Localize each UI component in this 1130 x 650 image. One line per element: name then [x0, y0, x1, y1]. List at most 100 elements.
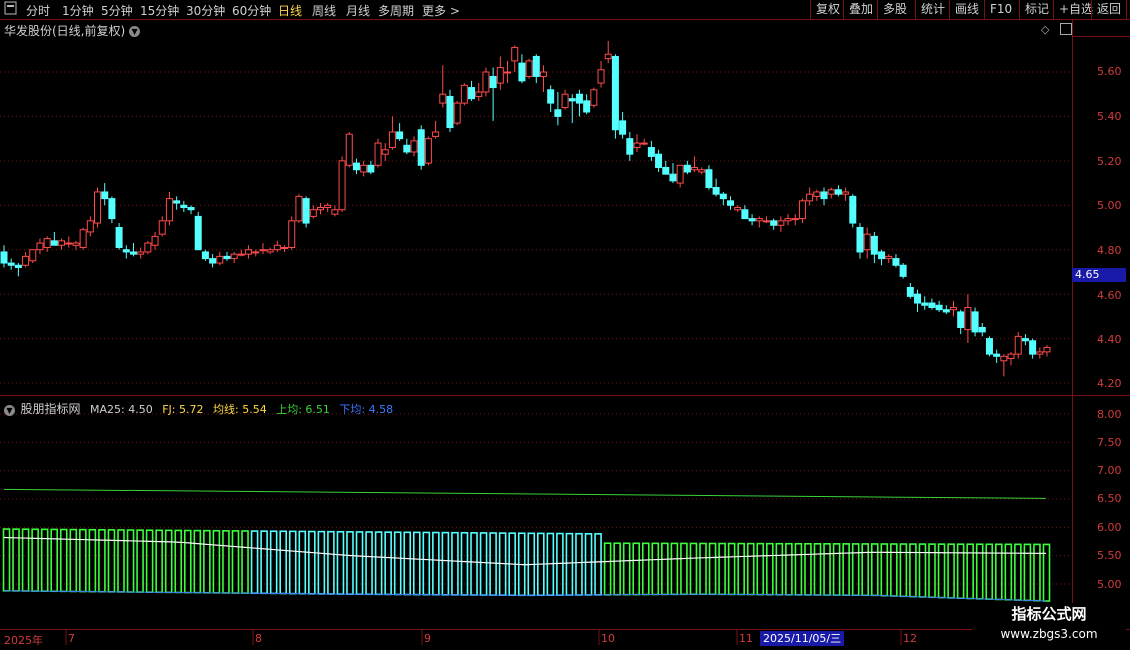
- indicator-bar: [727, 542, 736, 596]
- candle-body: [50, 240, 58, 246]
- indicator-bar: [565, 532, 574, 596]
- candle-body: [532, 55, 540, 77]
- candle-body: [640, 142, 648, 145]
- indicator-bar: [126, 529, 135, 593]
- candle-body: [547, 89, 555, 104]
- indicator-axis-label: 7.50: [1097, 436, 1122, 449]
- indicator-axis-label: 6.00: [1097, 521, 1122, 534]
- candle-body: [324, 204, 332, 209]
- candle-body: [1029, 340, 1037, 355]
- candle-body: [453, 102, 461, 124]
- indicator-bar: [2, 528, 11, 592]
- candle-body: [921, 302, 929, 306]
- indicator-name: 股朋指标网: [20, 402, 81, 416]
- candle-body: [511, 47, 519, 62]
- date-axis-label: 7: [68, 632, 75, 645]
- candle-body: [611, 55, 619, 131]
- chevron-down-icon[interactable]: ▼: [4, 404, 15, 416]
- candle-body: [475, 91, 483, 97]
- candle-body: [180, 204, 188, 209]
- indicator-legend: ▼ 股朋指标网 MA25: 4.50 FJ: 5.72 均线: 5.54 上均:…: [4, 400, 399, 417]
- candle-body: [806, 193, 814, 202]
- candle-body: [482, 71, 490, 93]
- indicator-bar: [613, 542, 621, 596]
- watermark-title: 指标公式网: [1011, 605, 1087, 623]
- price-axis-label: 4.20: [1097, 377, 1122, 390]
- candle-body: [554, 109, 562, 117]
- indicator-bar: [775, 542, 784, 596]
- indicator-bar: [603, 542, 612, 596]
- candle-body: [856, 227, 864, 253]
- candle-body: [345, 133, 353, 166]
- indicator-bar: [98, 529, 106, 593]
- candle-body: [173, 200, 181, 204]
- candle-body: [216, 255, 224, 264]
- indicator-bar: [107, 529, 116, 593]
- indicator-bar: [756, 542, 765, 596]
- candle-body: [468, 87, 476, 100]
- candle-body: [489, 75, 497, 89]
- indicator-bar: [145, 529, 154, 594]
- indicator-bar: [365, 531, 373, 596]
- candle-body: [727, 200, 735, 206]
- candle-body: [108, 198, 116, 220]
- candle-body: [151, 235, 159, 246]
- candle-body: [568, 98, 576, 102]
- candle-body: [949, 306, 957, 311]
- indicator-bar: [556, 532, 564, 596]
- candle-body: [705, 169, 713, 189]
- candle-body: [575, 93, 583, 104]
- indicator-bar: [279, 530, 287, 595]
- kline-chart[interactable]: [0, 0, 1130, 650]
- legend-ma25: MA25: 4.50: [90, 403, 153, 416]
- legend-fj: FJ: 5.72: [162, 403, 204, 416]
- candle-body: [784, 218, 792, 222]
- price-axis-label: 5.40: [1097, 110, 1122, 123]
- candle-body: [94, 191, 102, 224]
- candle-body: [698, 169, 706, 173]
- indicator-bar: [632, 542, 641, 596]
- indicator-bar: [661, 542, 669, 596]
- indicator-bar: [699, 542, 707, 596]
- candle-body: [1014, 335, 1022, 355]
- candle-body: [295, 195, 303, 222]
- candle-body: [957, 311, 965, 328]
- cursor-date-label: 2025/11/05/三: [760, 631, 845, 646]
- indicator-bar: [355, 531, 364, 596]
- candle-body: [561, 93, 569, 109]
- indicator-bar: [136, 529, 144, 593]
- candle-body: [762, 220, 770, 223]
- indicator-bar: [174, 529, 183, 594]
- candle-body: [36, 242, 44, 251]
- date-axis-label: 9: [424, 632, 431, 645]
- indicator-bar: [451, 531, 459, 596]
- window-toggle-icon[interactable]: [1060, 23, 1072, 35]
- candle-body: [281, 246, 289, 249]
- indicator-bar: [708, 542, 717, 596]
- candle-body: [683, 164, 691, 173]
- diamond-icon[interactable]: ◇: [1041, 23, 1049, 36]
- candle-body: [165, 198, 173, 222]
- candle-body: [129, 251, 137, 255]
- candle-body: [798, 200, 806, 220]
- indicator-axis-label: 5.50: [1097, 549, 1122, 562]
- candle-body: [539, 71, 547, 77]
- indicator-bar: [470, 532, 478, 596]
- indicator-bar: [842, 543, 850, 596]
- candle-body: [194, 215, 202, 251]
- candle-body: [0, 251, 8, 264]
- candle-body: [309, 209, 317, 217]
- candle-body: [870, 235, 878, 255]
- indicator-bar: [393, 531, 402, 596]
- indicator-bar: [164, 529, 173, 594]
- candle-body: [266, 249, 274, 253]
- candle-body: [424, 138, 432, 164]
- candle-body: [65, 242, 73, 245]
- candle-body: [58, 240, 66, 246]
- candle-body: [72, 242, 80, 246]
- chevron-down-icon[interactable]: ▼: [129, 26, 141, 37]
- candle-body: [741, 209, 749, 220]
- indicator-bar: [241, 530, 249, 594]
- candle-body: [403, 144, 411, 153]
- stock-title: 华发股份(日线,前复权) ▼: [4, 22, 141, 39]
